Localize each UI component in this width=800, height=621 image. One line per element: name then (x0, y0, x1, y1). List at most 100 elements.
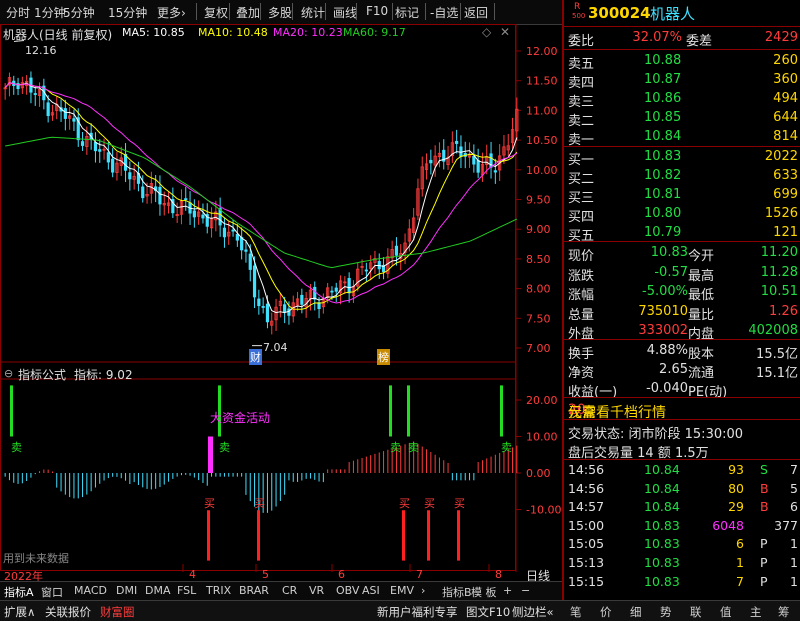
indicator-tab-11[interactable]: ASI (362, 584, 380, 597)
toolbar-divider (229, 3, 230, 20)
y-tick-label: 10.50 (526, 134, 558, 147)
indicator-tab-12[interactable]: EMV (390, 584, 414, 597)
kline-chart[interactable]: 12.00 11.50 11.00 10.50 10.00 9.50 9.00 8.50 8.0… (0, 24, 562, 572)
toolbar-button-3[interactable]: 15分钟 (108, 4, 147, 21)
indicator-tab-4[interactable]: DMA (145, 584, 171, 597)
indicator-tab-9[interactable]: VR (309, 584, 324, 597)
indicator-tab-5[interactable]: FSL (177, 584, 196, 597)
status-right-7[interactable]: 联 (690, 604, 702, 620)
indicator-tab-1[interactable]: 窗口 (41, 584, 63, 600)
toolbar-button-7[interactable]: 多股 (268, 4, 292, 21)
y-axis-labels: 12.00 11.50 11.00 10.50 10.00 9.50 9.00 8.50 8.0… (526, 45, 561, 517)
order-book-row[interactable]: 买二 10.82 633 (568, 167, 800, 187)
sell-signal-bar (10, 385, 13, 437)
order-book-row[interactable]: 卖一 10.84 814 (568, 128, 800, 148)
quote-fundamental-row: 净资 2.65 流通 15.1亿 (568, 362, 798, 381)
candle (493, 158, 497, 184)
indicator-tab-3[interactable]: DMI (116, 584, 137, 597)
status-left-1[interactable]: 关联报价 (45, 604, 91, 620)
candle (72, 109, 76, 132)
order-book-row[interactable]: 买四 10.80 1526 (568, 205, 800, 225)
order-book-row[interactable]: 卖五 10.88 260 (568, 52, 800, 72)
candle (197, 200, 201, 225)
big-money-bar (208, 436, 213, 473)
indicator-tab-0[interactable]: 指标A (4, 584, 34, 600)
toolbar-button-5[interactable]: 复权 (204, 4, 228, 21)
indicator-tab-16[interactable]: + (503, 584, 512, 597)
finance-badge[interactable]: 财 (249, 349, 262, 365)
status-right-3[interactable]: 笔 (570, 604, 582, 620)
status-right-10[interactable]: 筹 (778, 604, 790, 620)
order-book-row[interactable]: 卖二 10.85 644 (568, 109, 800, 129)
indicator-tab-10[interactable]: OBV (336, 584, 359, 597)
toolbar-button-10[interactable]: F10 (366, 4, 388, 18)
tick-row: 14:56 10.84 93 S 7 (568, 462, 798, 477)
level2-promo[interactable]: 仅需 20 元查看千档行情 (568, 400, 800, 421)
y-tick-label: 11.00 (526, 104, 558, 117)
indicator-tab-7[interactable]: BRAR (239, 584, 269, 597)
buy-signal-bar (207, 510, 210, 561)
diamond-icon[interactable]: ◇ (482, 25, 491, 39)
indicator-tab-6[interactable]: TRIX (206, 584, 231, 597)
order-book-row[interactable]: 卖三 10.86 494 (568, 90, 800, 110)
candle (111, 148, 115, 178)
indicator-tab-8[interactable]: CR (282, 584, 297, 597)
indicator-tab-15[interactable]: 模 板 (471, 584, 497, 600)
candle (175, 202, 179, 223)
toolbar-button-9[interactable]: 画线 (333, 4, 357, 21)
big-money-annotation: 大资金活动 (210, 411, 271, 425)
toolbar-button-12[interactable]: -自选 (430, 4, 458, 21)
collapse-icon[interactable]: ⊖ (4, 367, 13, 380)
order-book-row[interactable]: 卖四 10.87 360 (568, 71, 800, 91)
candle (166, 191, 171, 214)
sell-signal-label: 卖 (11, 440, 22, 454)
order-book-row[interactable]: 买三 10.81 699 (568, 186, 800, 206)
candle (205, 203, 209, 234)
toolbar-button-2[interactable]: 5分钟 (63, 4, 95, 21)
x-axis-month: 8 (495, 568, 502, 581)
candle (68, 106, 72, 130)
candle (420, 156, 424, 197)
close-icon[interactable]: ✕ (500, 25, 510, 39)
buy-signal-label: 买 (254, 497, 265, 511)
candle (218, 197, 222, 237)
candle (16, 77, 20, 96)
y-tick-label: 7.00 (526, 342, 551, 355)
candle (184, 186, 188, 211)
status-right-5[interactable]: 细 (630, 604, 642, 620)
toolbar-button-4[interactable]: 更多› (157, 4, 186, 21)
y-tick-label: 8.50 (526, 253, 551, 266)
indicator-tab-13[interactable]: › (421, 584, 425, 597)
candle (115, 152, 119, 181)
status-right-2[interactable]: 侧边栏« (512, 604, 554, 620)
status-right-9[interactable]: 主 (750, 604, 762, 620)
stock-name: 机器人 (650, 5, 696, 23)
order-book-row[interactable]: 买一 10.83 2022 (568, 148, 800, 168)
candle (433, 145, 437, 177)
candle (394, 237, 399, 266)
status-left-0[interactable]: 扩展∧ (4, 604, 35, 620)
status-right-6[interactable]: 势 (660, 604, 672, 620)
candle (192, 199, 196, 228)
indicator-tab-17[interactable]: − (521, 584, 530, 597)
status-right-8[interactable]: 值 (720, 604, 732, 620)
candle (59, 99, 63, 122)
toolbar-button-1[interactable]: 1分钟 (34, 4, 66, 21)
toolbar-button-6[interactable]: 叠加 (236, 4, 260, 21)
status-left-2[interactable]: 财富圈 (100, 604, 135, 620)
candle (472, 144, 476, 173)
status-right-4[interactable]: 价 (600, 604, 612, 620)
status-right-0[interactable]: 新用户福利专享 (377, 604, 458, 620)
indicator-tab-14[interactable]: 指标B (442, 584, 472, 600)
toolbar-button-13[interactable]: 返回 (464, 4, 488, 21)
toolbar-button-0[interactable]: 分时 (6, 4, 30, 21)
toolbar-button-11[interactable]: 标记 (395, 4, 419, 21)
candle (158, 175, 162, 216)
list-badge[interactable]: 榜 (377, 349, 390, 365)
status-right-1[interactable]: 图文F10 (466, 604, 510, 620)
indicator-tab-2[interactable]: MACD (74, 584, 107, 597)
toolbar-divider (292, 3, 293, 20)
toolbar-button-8[interactable]: 统计 (301, 4, 325, 21)
sell-signal-label: 卖 (408, 440, 419, 454)
order-ratio-row: 委比 32.07% 委差 2429 (568, 30, 798, 49)
